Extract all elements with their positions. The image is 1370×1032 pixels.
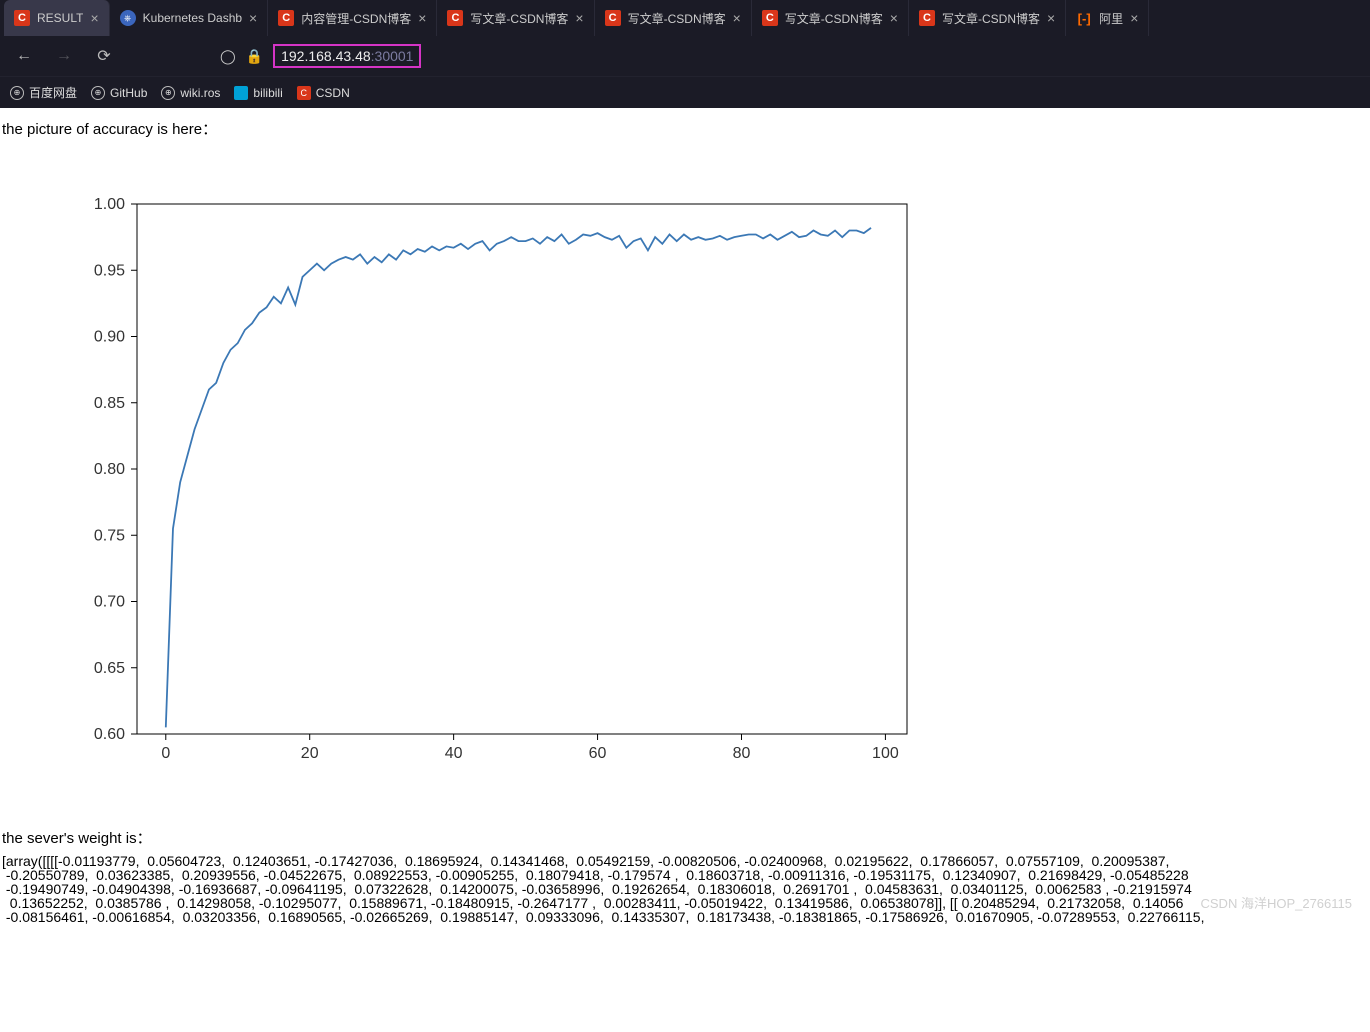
address-bar[interactable]: ◯ 🔒 192.168.43.48:30001 xyxy=(130,44,1360,68)
kubernetes-icon: ⎈ xyxy=(120,10,136,26)
url-port: :30001 xyxy=(371,48,414,64)
csdn-icon: C xyxy=(14,10,30,26)
close-icon[interactable]: × xyxy=(1047,10,1055,26)
weight-heading: the sever's weight is： xyxy=(2,827,1368,848)
tab-label: 写文章-CSDN博客 xyxy=(470,10,568,27)
bookmark-GitHub[interactable]: ⊕ GitHub xyxy=(91,86,147,100)
svg-text:20: 20 xyxy=(301,745,319,762)
close-icon[interactable]: × xyxy=(733,10,741,26)
chart-svg: 0.60 0.65 0.70 0.75 0.80 0.85 0.90 0.95 1.00 0 20 4… xyxy=(12,189,922,779)
tab-2[interactable]: C 内容管理-CSDN博客 × xyxy=(268,0,437,36)
bookmark-百度网盘[interactable]: ⊕ 百度网盘 xyxy=(10,84,77,101)
svg-text:40: 40 xyxy=(445,745,463,762)
svg-text:1.00: 1.00 xyxy=(94,196,125,213)
array-line: -0.20550789, 0.03623385, 0.20939556, -0.… xyxy=(2,868,1368,882)
navbar: ← → ⟳ ◯ 🔒 192.168.43.48:30001 xyxy=(0,36,1370,76)
bilibili-icon xyxy=(234,86,248,100)
close-icon[interactable]: × xyxy=(90,10,98,26)
svg-text:60: 60 xyxy=(589,745,607,762)
close-icon[interactable]: × xyxy=(890,10,898,26)
svg-text:0.70: 0.70 xyxy=(94,594,125,611)
reload-button[interactable]: ⟳ xyxy=(90,42,118,70)
svg-text:0: 0 xyxy=(161,745,170,762)
globe-icon: ⊕ xyxy=(10,86,24,100)
array-line: 0.13652252, 0.0385786 , 0.14298058, -0.1… xyxy=(2,896,1368,910)
tab-label: 写文章-CSDN博客 xyxy=(785,10,883,27)
bookmarks-bar: ⊕ 百度网盘 ⊕ GitHub ⊕ wiki.ros bilibili C CSDN xyxy=(0,76,1370,108)
tab-6[interactable]: C 写文章-CSDN博客 × xyxy=(909,0,1066,36)
csdn-icon: C xyxy=(919,10,935,26)
svg-text:0.95: 0.95 xyxy=(94,262,125,279)
svg-text:0.60: 0.60 xyxy=(94,726,125,743)
tab-strip: CRESULT×⎈Kubernetes Dashb×C内容管理-CSDN博客×C… xyxy=(0,0,1370,36)
globe-icon: ⊕ xyxy=(91,86,105,100)
tab-7[interactable]: [-] 阿里 × xyxy=(1066,0,1149,36)
svg-text:80: 80 xyxy=(733,745,751,762)
bracket-icon: [-] xyxy=(1076,10,1092,26)
svg-text:0.85: 0.85 xyxy=(94,395,125,412)
csdn-icon: C xyxy=(447,10,463,26)
tab-label: 写文章-CSDN博客 xyxy=(942,10,1040,27)
array-line: -0.08156461, -0.00616854, 0.03203356, 0.… xyxy=(2,910,1368,924)
forward-button[interactable]: → xyxy=(50,42,78,70)
close-icon[interactable]: × xyxy=(418,10,426,26)
tab-label: 内容管理-CSDN博客 xyxy=(301,10,411,27)
csdn-icon: C xyxy=(762,10,778,26)
shield-icon: ◯ xyxy=(220,48,236,65)
tab-label: 阿里 xyxy=(1099,10,1123,27)
bookmark-label: 百度网盘 xyxy=(29,84,77,101)
tab-label: Kubernetes Dashb xyxy=(143,11,242,25)
array-line: [array([[[[-0.01193779, 0.05604723, 0.12… xyxy=(2,854,1368,868)
back-button[interactable]: ← xyxy=(10,42,38,70)
url-host: 192.168.43.48 xyxy=(281,48,371,64)
csdn-icon: C xyxy=(605,10,621,26)
tab-3[interactable]: C 写文章-CSDN博客 × xyxy=(437,0,594,36)
bookmark-label: bilibili xyxy=(253,86,282,100)
tab-0[interactable]: C RESULT × xyxy=(4,0,110,36)
bookmark-bilibili[interactable]: bilibili xyxy=(234,86,282,100)
tab-5[interactable]: C 写文章-CSDN博客 × xyxy=(752,0,909,36)
bookmark-wiki.ros[interactable]: ⊕ wiki.ros xyxy=(161,86,220,100)
tab-label: 写文章-CSDN博客 xyxy=(628,10,726,27)
accuracy-chart: 0.60 0.65 0.70 0.75 0.80 0.85 0.90 0.95 1.00 0 20 4… xyxy=(12,189,1368,779)
bookmark-label: GitHub xyxy=(110,86,147,100)
tab-4[interactable]: C 写文章-CSDN博客 × xyxy=(595,0,752,36)
bookmark-CSDN[interactable]: C CSDN xyxy=(297,86,350,100)
lock-icon: 🔒 xyxy=(246,48,263,65)
tab-label: RESULT xyxy=(37,11,83,25)
svg-text:0.90: 0.90 xyxy=(94,329,125,346)
svg-text:0.75: 0.75 xyxy=(94,527,125,544)
url-text: 192.168.43.48:30001 xyxy=(273,44,421,68)
accuracy-heading: the picture of accuracy is here： xyxy=(2,118,1368,139)
svg-text:100: 100 xyxy=(872,745,899,762)
globe-icon: ⊕ xyxy=(161,86,175,100)
tab-1[interactable]: ⎈ Kubernetes Dashb × xyxy=(110,0,269,36)
page-content: the picture of accuracy is here： 0.600.6… xyxy=(0,108,1370,934)
bookmark-label: CSDN xyxy=(316,86,350,100)
csdn-icon: C xyxy=(297,86,311,100)
close-icon[interactable]: × xyxy=(249,10,257,26)
csdn-icon: C xyxy=(278,10,294,26)
bookmark-label: wiki.ros xyxy=(180,86,220,100)
close-icon[interactable]: × xyxy=(1130,10,1138,26)
close-icon[interactable]: × xyxy=(575,10,583,26)
svg-text:0.65: 0.65 xyxy=(94,660,125,677)
array-line: -0.19490749, -0.04904398, -0.16936687, -… xyxy=(2,882,1368,896)
svg-text:0.80: 0.80 xyxy=(94,461,125,478)
array-dump: [array([[[[-0.01193779, 0.05604723, 0.12… xyxy=(2,854,1368,924)
